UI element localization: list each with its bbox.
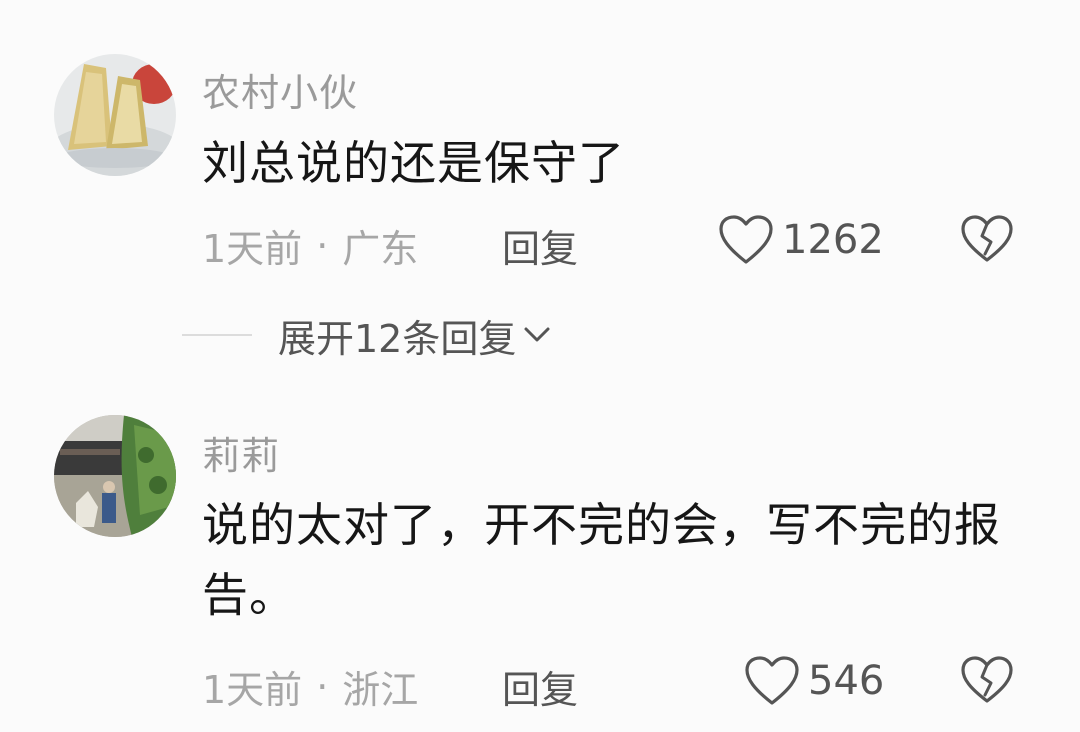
dislike-button[interactable] — [960, 655, 1014, 709]
comment-meta: 1天前 · 浙江 — [202, 659, 418, 714]
comment-item: 农村小伙 刘总说的还是保守了 1天前 · 广东 回复 1262 — [0, 0, 1080, 300]
comment-time: 1天前 — [202, 227, 303, 271]
comment-username[interactable]: 莉莉 — [202, 425, 280, 480]
chevron-down-icon — [524, 327, 550, 342]
dislike-button[interactable] — [960, 214, 1014, 268]
comment-location: 浙江 — [342, 668, 419, 712]
comment-username[interactable]: 农村小伙 — [202, 62, 358, 117]
reply-button[interactable]: 回复 — [502, 659, 578, 714]
reply-button[interactable]: 回复 — [502, 218, 578, 273]
meta-separator: · — [316, 223, 329, 268]
expand-replies-label: 展开12条回复 — [278, 316, 517, 361]
like-button[interactable]: 546 — [744, 655, 884, 707]
comment-text: 说的太对了，开不完的会，写不完的报告。 — [202, 498, 1001, 622]
comment-text: 刘总说的还是保守了 — [202, 136, 625, 190]
like-count: 1262 — [782, 217, 884, 263]
like-count: 546 — [808, 658, 885, 704]
avatar[interactable] — [54, 415, 176, 537]
heart-outline-icon — [745, 656, 799, 705]
broken-heart-icon — [961, 215, 1013, 262]
expand-replies[interactable]: 展开12条回复 — [182, 300, 552, 370]
meta-separator: · — [316, 664, 329, 709]
comment-meta: 1天前 · 广东 — [202, 218, 418, 273]
divider-line — [182, 334, 252, 336]
comment-location: 广东 — [342, 227, 419, 271]
comment-time: 1天前 — [202, 668, 303, 712]
comment-item: 莉莉 说的太对了，开不完的会，写不完的报告。 1天前 · 浙江 回复 546 — [0, 395, 1080, 732]
broken-heart-icon — [961, 656, 1013, 703]
like-button[interactable]: 1262 — [718, 214, 884, 266]
avatar[interactable] — [54, 54, 176, 176]
heart-outline-icon — [719, 215, 773, 264]
